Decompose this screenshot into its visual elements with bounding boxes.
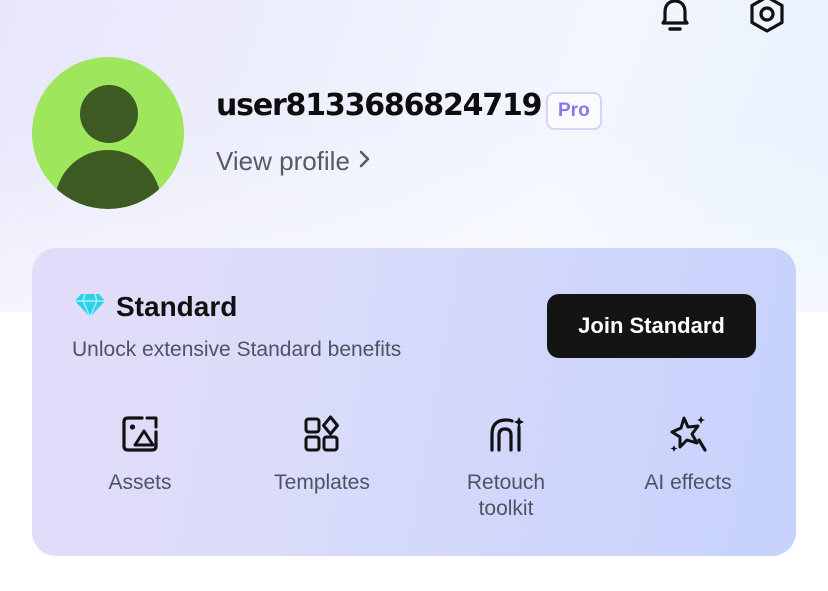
view-profile-link[interactable]: View profile xyxy=(216,146,372,177)
feature-label: Templates xyxy=(274,471,370,494)
retouch-icon xyxy=(484,412,528,456)
view-profile-label: View profile xyxy=(216,146,350,176)
feature-label: Assets xyxy=(108,471,172,494)
feature-ai-effects[interactable]: AI effects xyxy=(608,412,768,496)
diamond-icon xyxy=(74,292,106,323)
feature-templates[interactable]: Templates xyxy=(242,412,402,496)
bell-icon[interactable] xyxy=(652,0,698,38)
assets-icon xyxy=(118,412,162,456)
plan-title: Standard xyxy=(116,291,238,322)
pro-badge: Pro xyxy=(546,92,602,130)
plan-title-row: Standard xyxy=(74,291,237,323)
chevron-right-icon xyxy=(358,146,372,177)
feature-retouch-toolkit[interactable]: Retouch toolkit xyxy=(426,412,586,522)
feature-label: AI effects xyxy=(644,471,732,494)
feature-label: Retouch toolkit xyxy=(466,471,546,520)
avatar-body xyxy=(55,150,161,209)
feature-assets[interactable]: Assets xyxy=(60,412,220,496)
avatar[interactable] xyxy=(32,57,184,209)
username: user8133686824719 xyxy=(216,88,543,123)
plan-subtitle: Unlock extensive Standard benefits xyxy=(72,338,402,361)
settings-hex-icon[interactable] xyxy=(744,0,790,38)
ai-effects-icon xyxy=(666,412,710,456)
join-standard-button[interactable]: Join Standard xyxy=(547,294,756,358)
templates-icon xyxy=(300,412,344,456)
plan-card: Standard Unlock extensive Standard benef… xyxy=(32,248,796,556)
avatar-head xyxy=(80,85,138,143)
